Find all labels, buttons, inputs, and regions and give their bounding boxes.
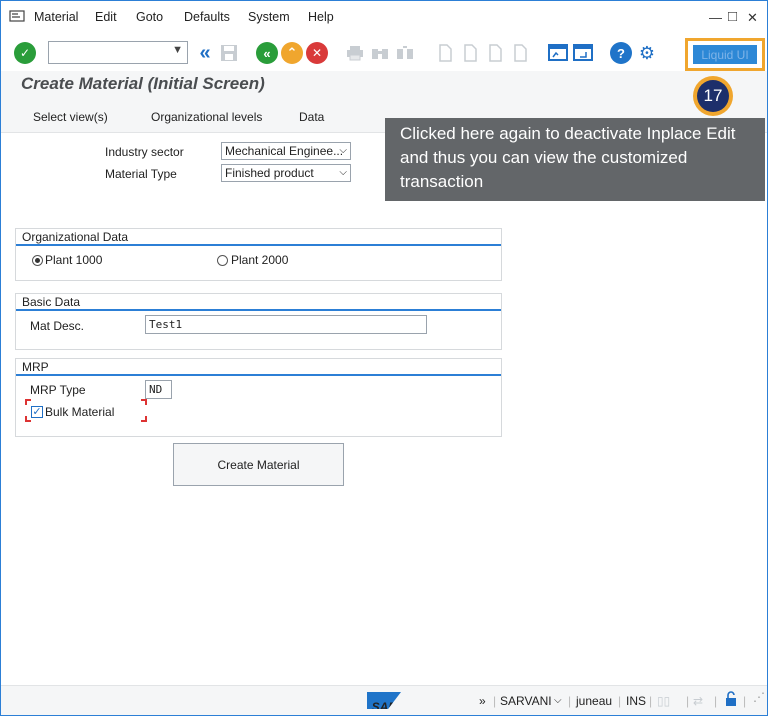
transfer-icon: ⇄ <box>693 694 704 708</box>
print-icon <box>344 42 366 64</box>
standard-toolbar: ✓ ▼ « « ⌃ ✕ ? ⚙ <box>1 35 767 71</box>
menu-item-edit[interactable]: Edit <box>95 10 117 24</box>
group-divider <box>16 309 501 311</box>
plant-1000-radio[interactable] <box>32 255 43 266</box>
group-title: MRP <box>22 360 49 374</box>
chevron-down-icon[interactable]: ⌵ <box>339 143 347 159</box>
liquid-ui-button[interactable]: Liquid UI <box>685 38 765 71</box>
status-divider: | <box>649 694 653 708</box>
system-name: SARVANI <box>500 694 552 708</box>
help-icon[interactable]: ? <box>610 42 632 64</box>
menu-item-help[interactable]: Help <box>308 10 334 24</box>
industry-sector-value: Mechanical Enginee... <box>225 144 344 158</box>
status-bar: SAP » | SARVANI ⌵ | juneau | INS | ▯▯ | … <box>1 685 767 715</box>
mrp-group: MRP MRP Type ND ✓ Bulk Material <box>15 358 502 437</box>
minimize-icon[interactable]: — <box>709 10 722 25</box>
mat-desc-label: Mat Desc. <box>30 319 85 333</box>
tooltip-text: Clicked here again to deactivate Inplace… <box>400 124 736 191</box>
material-type-value: Finished product <box>225 166 314 180</box>
menu-item-system[interactable]: System <box>248 10 290 24</box>
find-icon <box>369 42 391 64</box>
lock-icon <box>724 691 738 710</box>
step-badge: 17 <box>693 76 733 116</box>
industry-sector-dropdown[interactable]: Mechanical Enginee... ⌵ <box>221 142 351 160</box>
main-content: Industry sector Mechanical Enginee... ⌵ … <box>1 133 767 685</box>
last-page-icon <box>509 42 531 64</box>
organizational-data-group: Organizational Data Plant 1000 Plant 200… <box>15 228 502 281</box>
create-session-icon[interactable] <box>547 42 569 64</box>
create-material-button[interactable]: Create Material <box>173 443 344 486</box>
status-divider: | <box>686 694 690 708</box>
previous-page-icon <box>459 42 481 64</box>
industry-sector-label: Industry sector <box>105 145 184 159</box>
save-icon <box>218 42 240 64</box>
command-field[interactable]: ▼ <box>48 41 188 64</box>
menu-item-goto[interactable]: Goto <box>136 10 163 24</box>
double-left-arrow-icon[interactable]: « <box>194 42 216 64</box>
group-title: Organizational Data <box>22 230 129 244</box>
menu-bar: Material Edit Goto Defaults System Help … <box>1 1 767 35</box>
group-divider <box>16 374 501 376</box>
cancel-icon[interactable]: ✕ <box>306 42 328 64</box>
page-title: Create Material (Initial Screen) <box>21 74 265 93</box>
liquid-ui-label: Liquid UI <box>693 45 757 64</box>
highlight-corner <box>141 416 147 422</box>
first-page-icon <box>434 42 456 64</box>
gear-icon[interactable]: ⚙ <box>636 42 658 64</box>
plant-1000-label: Plant 1000 <box>45 253 103 267</box>
sap-logo: SAP <box>367 692 401 709</box>
menu-item-defaults[interactable]: Defaults <box>184 10 230 24</box>
next-page-icon <box>484 42 506 64</box>
menu-item-material[interactable]: Material <box>34 10 78 24</box>
select-views-button[interactable]: Select view(s) <box>33 110 108 124</box>
bulk-material-checkbox[interactable]: ✓ <box>31 406 43 418</box>
status-divider: | <box>743 694 747 708</box>
chart-icon: ▯▯ <box>657 694 671 708</box>
shortcut-icon[interactable] <box>572 42 594 64</box>
group-divider <box>16 244 501 246</box>
maximize-icon[interactable]: □ <box>728 8 737 25</box>
exit-icon[interactable]: ⌃ <box>281 42 303 64</box>
plant-2000-label: Plant 2000 <box>231 253 289 267</box>
mrp-type-input[interactable]: ND <box>145 380 172 399</box>
basic-data-group: Basic Data Mat Desc. Test1 <box>15 293 502 350</box>
mat-desc-input[interactable]: Test1 <box>145 315 427 334</box>
plant-2000-radio[interactable] <box>217 255 228 266</box>
chevron-down-icon[interactable]: ▼ <box>172 44 183 56</box>
resize-grip-icon[interactable]: ⋰ <box>753 690 765 704</box>
material-type-label: Material Type <box>105 167 177 181</box>
expand-status-icon[interactable]: » <box>479 694 486 708</box>
chevron-down-icon[interactable]: ⌵ <box>554 695 562 706</box>
server-name: juneau <box>576 694 613 708</box>
chevron-down-icon[interactable]: ⌵ <box>339 165 347 181</box>
enter-check-icon[interactable]: ✓ <box>14 42 36 64</box>
insert-mode: INS <box>626 694 647 708</box>
step-number: 17 <box>697 80 729 112</box>
status-divider: | <box>493 694 497 708</box>
close-window-icon[interactable]: ✕ <box>747 10 758 26</box>
data-button[interactable]: Data <box>299 110 324 124</box>
status-divider: | <box>568 694 572 708</box>
material-type-dropdown[interactable]: Finished product ⌵ <box>221 164 351 182</box>
back-icon[interactable]: « <box>256 42 278 64</box>
tutorial-tooltip: Clicked here again to deactivate Inplace… <box>385 118 765 201</box>
highlight-corner <box>141 399 147 405</box>
status-divider: | <box>714 694 718 708</box>
group-title: Basic Data <box>22 295 81 309</box>
bulk-material-label: Bulk Material <box>45 405 115 419</box>
find-next-icon <box>394 42 416 64</box>
menu-icon[interactable] <box>9 9 25 26</box>
status-divider: | <box>618 694 622 708</box>
mrp-type-label: MRP Type <box>30 383 86 397</box>
sap-window: Material Edit Goto Defaults System Help … <box>0 0 768 716</box>
highlight-corner <box>25 399 31 405</box>
organizational-levels-button[interactable]: Organizational levels <box>151 110 262 124</box>
